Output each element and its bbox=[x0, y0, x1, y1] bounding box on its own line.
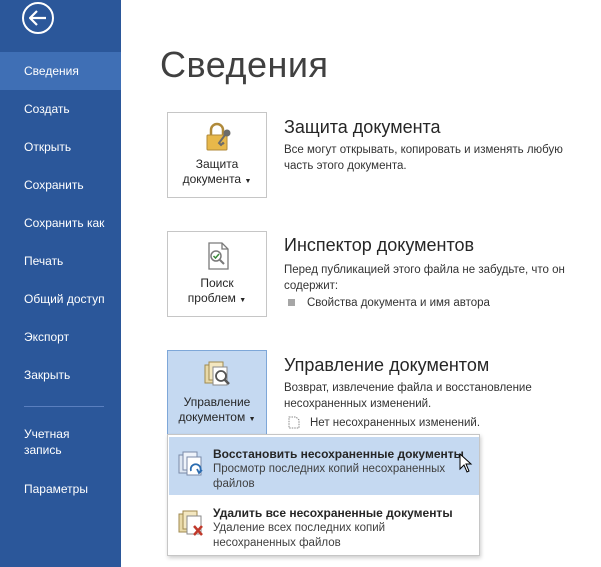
back-arrow-icon[interactable] bbox=[22, 2, 54, 34]
sidebar-item-info[interactable]: Сведения bbox=[0, 52, 121, 90]
sidebar-item-save-as[interactable]: Сохранить как bbox=[0, 204, 121, 242]
sidebar-item-close[interactable]: Закрыть bbox=[0, 356, 121, 394]
recover-unsaved-documents-item[interactable]: Восстановить несохраненные документы Про… bbox=[169, 437, 479, 495]
lock-key-icon bbox=[206, 122, 231, 151]
protect-tile-label-2: документа bbox=[182, 172, 242, 186]
sidebar-item-print[interactable]: Печать bbox=[0, 242, 121, 280]
backstage-sidebar: Сведения Создать Открыть Сохранить Сохра… bbox=[0, 0, 121, 567]
delete-item-title: Удалить все несохраненные документы bbox=[213, 506, 453, 520]
inspect-tile-label-1: Поиск bbox=[200, 276, 234, 290]
bullet-icon bbox=[288, 299, 295, 307]
sidebar-item-options[interactable]: Параметры bbox=[0, 470, 121, 508]
sidebar-item-account[interactable]: Учетная запись bbox=[0, 421, 121, 463]
delete-unsaved-documents-item[interactable]: Удалить все несохраненные документы Удал… bbox=[169, 496, 479, 554]
dropdown-caret-icon: ▼ bbox=[239, 297, 247, 304]
check-for-issues-button[interactable]: Поиск проблем ▼ bbox=[167, 231, 267, 317]
page-title: Сведения bbox=[160, 44, 329, 85]
delete-item-desc: Удаление всех последних копий несохранен… bbox=[213, 522, 386, 549]
manage-tile-label-2: документом bbox=[178, 410, 246, 424]
inspect-document-icon bbox=[208, 242, 229, 270]
manage-document-menu: Восстановить несохраненные документы Про… bbox=[167, 434, 480, 556]
inspect-tile-label-2: проблем bbox=[187, 291, 236, 305]
sidebar-item-open[interactable]: Открыть bbox=[0, 128, 121, 166]
manage-note: Нет несохраненных изменений. bbox=[288, 415, 588, 431]
protect-document-button[interactable]: Защита документа ▼ bbox=[167, 112, 267, 198]
manage-section-desc: Возврат, извлечение файла и восстановлен… bbox=[284, 382, 532, 410]
protect-tile-label-1: Защита bbox=[195, 157, 239, 171]
sidebar-item-export[interactable]: Экспорт bbox=[0, 318, 121, 356]
recover-documents-icon bbox=[178, 451, 203, 476]
sidebar-item-save[interactable]: Сохранить bbox=[0, 166, 121, 204]
manage-document-icon bbox=[204, 361, 230, 386]
inspect-section-desc: Перед публикацией этого файла не забудьт… bbox=[284, 264, 565, 292]
dropdown-caret-icon: ▼ bbox=[244, 178, 252, 185]
recover-item-title: Восстановить несохраненные документы bbox=[213, 447, 464, 461]
delete-documents-icon bbox=[178, 510, 203, 536]
inspect-bullet-item: Свойства документа и имя автора bbox=[288, 295, 588, 311]
protect-section-desc: Все могут открывать, копировать и изменя… bbox=[284, 144, 563, 172]
mouse-cursor-icon bbox=[459, 453, 473, 473]
recover-item-desc: Просмотр последних копий несохраненных ф… bbox=[213, 463, 446, 490]
protect-section-title: Защита документа bbox=[284, 117, 441, 137]
document-icon bbox=[288, 416, 300, 429]
manage-tile-label-1: Управление bbox=[183, 395, 251, 409]
sidebar-item-share[interactable]: Общий доступ bbox=[0, 280, 121, 318]
manage-section-title: Управление документом bbox=[284, 355, 490, 375]
manage-document-button[interactable]: Управление документом ▼ bbox=[167, 350, 267, 436]
sidebar-divider bbox=[24, 406, 104, 407]
inspect-section-title: Инспектор документов bbox=[284, 235, 475, 255]
dropdown-caret-icon: ▼ bbox=[248, 416, 256, 423]
sidebar-item-new[interactable]: Создать bbox=[0, 90, 121, 128]
